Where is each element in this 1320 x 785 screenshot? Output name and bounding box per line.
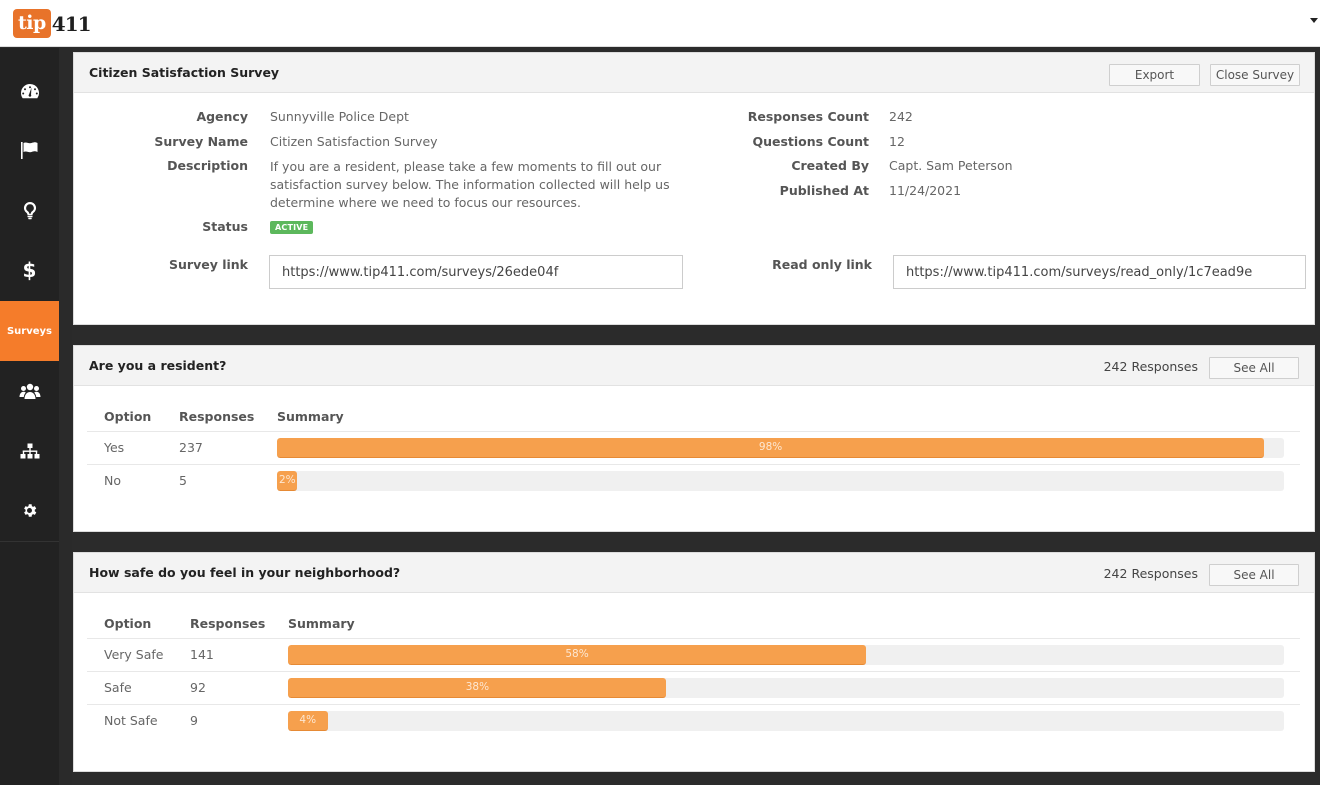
row-divider <box>87 638 1300 639</box>
column-header-responses: Responses <box>179 409 255 424</box>
summary-bar-track: 2% <box>277 471 1284 491</box>
sidebar-divider <box>0 541 59 542</box>
see-all-button[interactable]: See All <box>1209 564 1299 586</box>
column-header-summary: Summary <box>288 616 355 631</box>
questions-count-label: Questions Count <box>752 134 869 149</box>
survey-title: Citizen Satisfaction Survey <box>89 65 280 80</box>
description-line: If you are a resident, please take a few… <box>270 159 662 174</box>
column-header-responses: Responses <box>190 616 266 631</box>
created-by-label: Created By <box>791 158 869 173</box>
row-divider <box>87 431 1300 432</box>
questions-count-value: 12 <box>889 134 905 149</box>
row-divider <box>87 464 1300 465</box>
published-at-label: Published At <box>779 183 869 198</box>
description-line: satisfaction survey below. The informati… <box>270 177 670 192</box>
created-by-value: Capt. Sam Peterson <box>889 158 1013 173</box>
description-line: determine where we need to focus our res… <box>270 195 581 210</box>
published-at-value: 11/24/2021 <box>889 183 962 198</box>
sidebar-item-settings[interactable] <box>0 480 59 540</box>
response-count: 5 <box>179 473 187 488</box>
description-value: If you are a resident, please take a few… <box>270 158 670 212</box>
question-panel: How safe do you feel in your neighborhoo… <box>73 552 1315 772</box>
survey-details-header: Citizen Satisfaction Survey Export Close… <box>74 53 1314 93</box>
org-chart-icon <box>20 443 39 458</box>
summary-bar-percent: 4% <box>299 714 317 726</box>
sidebar-item-users[interactable] <box>0 361 59 421</box>
sidebar-item-dashboard[interactable] <box>0 61 59 121</box>
summary-bar-track: 58% <box>288 645 1284 665</box>
read-only-link-label: Read only link <box>772 257 872 272</box>
response-count: 141 <box>190 647 214 662</box>
logo-tip: tip <box>13 9 51 38</box>
status-badge: ACTIVE <box>270 221 314 234</box>
export-button[interactable]: Export <box>1109 64 1200 86</box>
description-label: Description <box>167 158 248 173</box>
user-menu-caret-icon[interactable] <box>1310 18 1318 23</box>
users-icon <box>19 383 40 399</box>
sidebar-edge <box>59 48 72 785</box>
sidebar-item-tips[interactable] <box>0 120 59 180</box>
survey-link-input[interactable]: https://www.tip411.com/surveys/26ede04f <box>269 255 683 289</box>
option-label: Yes <box>104 440 125 455</box>
row-divider <box>87 704 1300 705</box>
sidebar-item-ideas[interactable] <box>0 180 59 240</box>
column-header-option: Option <box>104 409 152 424</box>
sidebar-item-donations[interactable]: $ <box>0 240 59 300</box>
flag-icon <box>20 142 37 159</box>
survey-name-value: Citizen Satisfaction Survey <box>270 134 438 149</box>
status-label: Status <box>202 219 248 234</box>
option-label: Very Safe <box>104 647 164 662</box>
response-count: 9 <box>190 713 198 728</box>
option-label: No <box>104 473 121 488</box>
survey-link-label: Survey link <box>169 257 248 272</box>
sidebar-item-surveys[interactable]: Surveys <box>0 301 59 361</box>
question-responses-count: 242 Responses <box>1103 359 1198 374</box>
question-panel: Are you a resident? 242 Responses See Al… <box>73 345 1315 532</box>
top-bar: tip 411 <box>0 0 1320 47</box>
question-title: How safe do you feel in your neighborhoo… <box>89 565 401 580</box>
summary-bar-percent: 58% <box>565 648 589 660</box>
close-survey-button[interactable]: Close Survey <box>1210 64 1300 86</box>
agency-label: Agency <box>196 109 248 124</box>
sidebar-item-surveys-label: Surveys <box>6 325 53 337</box>
summary-bar-track: 98% <box>277 438 1284 458</box>
gear-icon <box>24 503 37 517</box>
summary-bar-percent: 2% <box>279 474 296 486</box>
summary-bar-percent: 98% <box>758 441 783 453</box>
survey-details-panel: Citizen Satisfaction Survey Export Close… <box>73 52 1315 325</box>
question-header: How safe do you feel in your neighborhoo… <box>74 553 1314 593</box>
dashboard-icon <box>20 84 39 99</box>
summary-bar-track: 4% <box>288 711 1284 731</box>
responses-count-value: 242 <box>889 109 913 124</box>
response-count: 92 <box>190 680 206 695</box>
response-count: 237 <box>179 440 203 455</box>
option-label: Not Safe <box>104 713 158 728</box>
agency-value: Sunnyville Police Dept <box>270 109 409 124</box>
dollar-icon: $ <box>22 258 37 282</box>
question-header: Are you a resident? 242 Responses See Al… <box>74 346 1314 386</box>
column-header-summary: Summary <box>277 409 344 424</box>
column-header-option: Option <box>104 616 152 631</box>
read-only-link-input[interactable]: https://www.tip411.com/surveys/read_only… <box>893 255 1306 289</box>
sidebar-item-organization[interactable] <box>0 421 59 481</box>
lightbulb-icon <box>23 201 36 219</box>
row-divider <box>87 671 1300 672</box>
summary-bar-percent: 38% <box>465 681 490 693</box>
question-responses-count: 242 Responses <box>1103 566 1198 581</box>
summary-bar-track: 38% <box>288 678 1284 698</box>
question-title: Are you a resident? <box>89 358 227 373</box>
responses-count-label: Responses Count <box>747 109 869 124</box>
survey-name-label: Survey Name <box>154 134 248 149</box>
logo-411: 411 <box>51 11 92 36</box>
see-all-button[interactable]: See All <box>1209 357 1299 379</box>
option-label: Safe <box>104 680 132 695</box>
tip411-logo[interactable]: tip 411 <box>13 9 92 38</box>
